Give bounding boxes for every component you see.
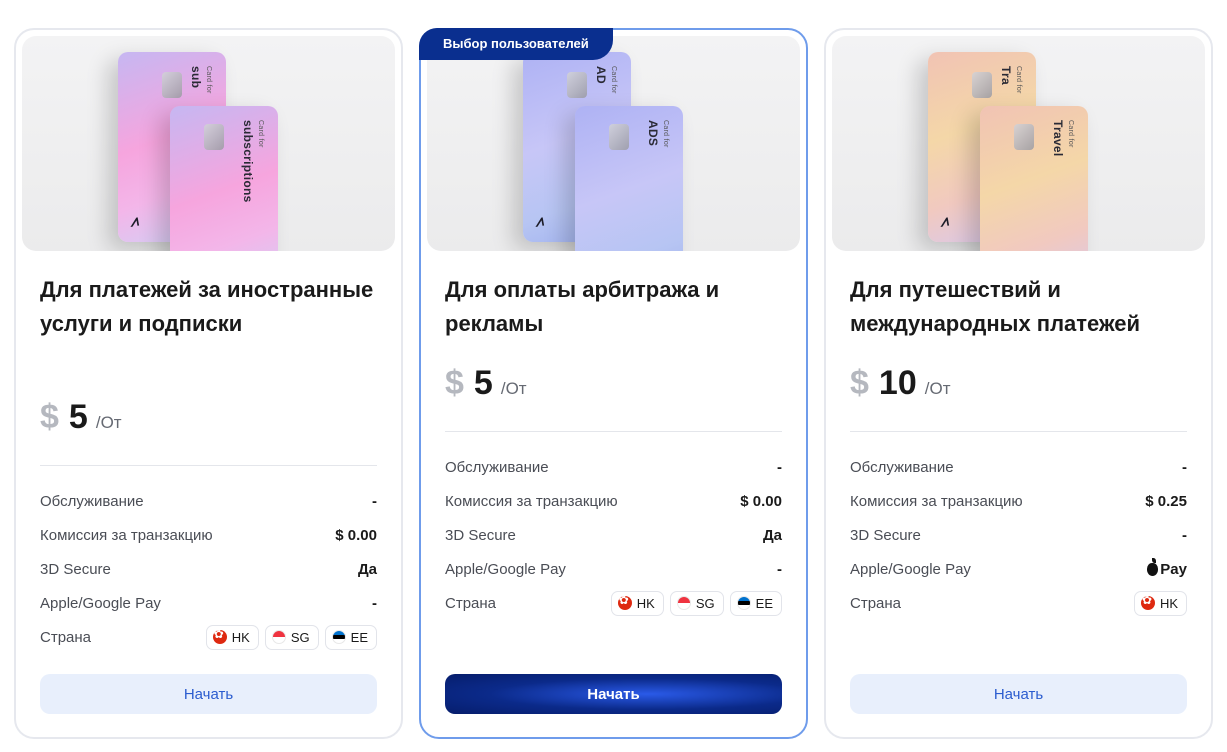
plan-features: Обслуживание - Комиссия за транзакцию $ … <box>40 484 377 654</box>
estonia-flag-icon <box>736 596 751 610</box>
start-button[interactable]: Начать <box>40 674 377 714</box>
divider <box>40 465 377 466</box>
apple-pay-value: Pay <box>1147 557 1187 578</box>
plan-price: $ 5 /От <box>40 398 122 438</box>
feature-row-service: Обслуживание - <box>40 492 377 510</box>
card-image: Card forTra ⩘ Card forTravel ⩘ <box>832 36 1205 251</box>
users-choice-badge: Выбор пользователей <box>419 28 613 60</box>
plan-title: Для путешествий и международных платежей <box>850 277 1141 336</box>
start-button[interactable]: Начать <box>850 674 1187 714</box>
card-illustration-front: Card forsubscriptions ⩘ <box>170 106 278 251</box>
feature-row-commission: Комиссия за транзакцию $ 0.25 <box>850 492 1187 510</box>
currency-symbol: $ <box>850 364 869 402</box>
feature-row-commission: Комиссия за транзакцию $ 0.00 <box>445 492 782 510</box>
hong-kong-flag-icon <box>1140 596 1155 610</box>
feature-row-service: Обслуживание - <box>850 458 1187 476</box>
feature-row-country: Страна HK SG EE <box>40 620 377 654</box>
feature-row-country: Страна HK SG EE <box>445 586 782 620</box>
price-amount: 5 <box>473 364 493 402</box>
feature-row-apple-google-pay: Apple/Google Pay - <box>40 594 377 612</box>
singapore-flag-icon <box>271 630 286 644</box>
feature-row-3d-secure: 3D Secure Да <box>40 560 377 578</box>
price-amount: 10 <box>878 364 917 402</box>
feature-row-commission: Комиссия за транзакцию $ 0.00 <box>40 526 377 544</box>
card-image: Card forAD ⩘ Card forADS ⩘ <box>427 36 800 251</box>
country-chip-hk: HK <box>610 590 664 616</box>
price-period: /От <box>95 413 122 432</box>
country-chip-ee: EE <box>729 590 782 616</box>
price-amount: 5 <box>68 398 88 436</box>
plan-card-subscriptions: Card forsub ⩘ Card forsubscriptions ⩘ Дл… <box>14 28 403 739</box>
plan-title: Для оплаты арбитража и рекламы <box>445 277 720 336</box>
price-period: /От <box>500 379 527 398</box>
price-period: /От <box>924 379 951 398</box>
hong-kong-flag-icon <box>212 630 227 644</box>
plan-price: $ 10 /От <box>850 364 950 404</box>
country-flags: HK <box>1133 590 1187 616</box>
feature-row-3d-secure: 3D Secure - <box>850 526 1187 544</box>
feature-row-country: Страна HK <box>850 586 1187 620</box>
country-chip-sg: SG <box>669 590 724 616</box>
start-button[interactable]: Начать <box>445 674 782 714</box>
currency-symbol: $ <box>445 364 464 402</box>
plan-price: $ 5 /От <box>445 364 527 404</box>
card-illustration-front: Card forADS ⩘ <box>575 106 683 251</box>
divider <box>850 431 1187 432</box>
hong-kong-flag-icon <box>617 596 632 610</box>
plan-card-ads: Выбор пользователей Card for AD ⩘ Card fo… <box>419 28 808 739</box>
plan-features: Обслуживание - Комиссия за транзакцию $ … <box>445 450 782 620</box>
divider <box>445 431 782 432</box>
feature-row-apple-google-pay: Apple/Google Pay - <box>445 560 782 578</box>
feature-row-service: Обслуживание - <box>445 458 782 476</box>
country-chip-sg: SG <box>264 624 319 650</box>
country-chip-ee: EE <box>324 624 377 650</box>
singapore-flag-icon <box>676 596 691 610</box>
country-flags: HK SG EE <box>610 590 782 616</box>
country-flags: HK SG EE <box>205 624 377 650</box>
country-chip-hk: HK <box>1133 590 1187 616</box>
card-illustration-front: Card forTravel ⩘ <box>980 106 1088 251</box>
feature-row-3d-secure: 3D Secure Да <box>445 526 782 544</box>
card-image: Card forsub ⩘ Card forsubscriptions ⩘ <box>22 36 395 251</box>
plan-card-travel: Card forTra ⩘ Card forTravel ⩘ Для путеш… <box>824 28 1213 739</box>
plan-title: Для платежей за иностранные услуги и под… <box>40 277 374 336</box>
currency-symbol: $ <box>40 398 59 436</box>
feature-row-apple-google-pay: Apple/Google Pay Pay <box>850 557 1187 578</box>
country-chip-hk: HK <box>205 624 259 650</box>
plan-features: Обслуживание - Комиссия за транзакцию $ … <box>850 450 1187 620</box>
estonia-flag-icon <box>331 630 346 644</box>
apple-icon <box>1147 557 1159 576</box>
